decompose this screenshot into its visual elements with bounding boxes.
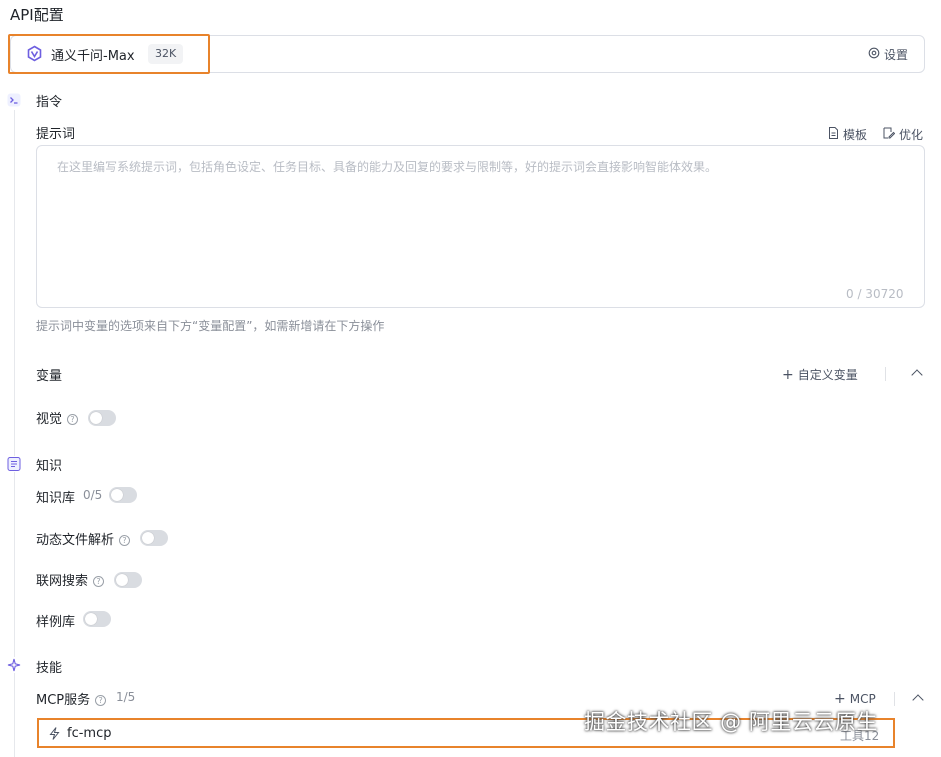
prompt-char-counter: 0 / 30720: [846, 287, 904, 301]
prompt-variable-hint: 提示词中变量的选项来自下方“变量配置”，如需新增请在下方操作: [36, 319, 385, 333]
help-icon[interactable]: ?: [93, 576, 105, 587]
divider: [885, 367, 886, 381]
model-settings-button[interactable]: 设置: [868, 46, 908, 63]
mcp-service-count: 1/5: [116, 690, 136, 704]
help-icon[interactable]: ?: [95, 695, 107, 706]
dynamic-file-label: 动态文件解析?: [36, 529, 131, 548]
settings-icon: [868, 47, 880, 62]
knowledge-base-count: 0/5: [83, 488, 103, 502]
vision-label: 视觉?: [36, 408, 79, 427]
prompt-label: 提示词: [36, 127, 76, 142]
model-name: 通义千问-Max: [51, 49, 135, 64]
add-mcp-button[interactable]: + MCP: [834, 692, 876, 706]
optimize-label: 优化: [899, 128, 924, 142]
add-custom-variable-button[interactable]: + 自定义变量: [782, 366, 858, 383]
knowledge-base-toggle[interactable]: [109, 487, 137, 503]
help-icon[interactable]: ?: [119, 535, 131, 546]
collapse-chevron-icon[interactable]: [912, 694, 924, 706]
mcp-service-label: MCP服务?: [36, 689, 107, 708]
web-search-toggle[interactable]: [114, 572, 142, 588]
settings-label: 设置: [884, 48, 909, 62]
add-variable-label: 自定义变量: [797, 368, 858, 382]
watermark: 掘金技术社区 @ 阿里云云原生: [584, 710, 878, 734]
plus-icon: +: [782, 366, 794, 383]
add-mcp-label: MCP: [849, 692, 876, 706]
mcp-service-name: fc-mcp: [67, 726, 112, 741]
knowledge-icon: [6, 456, 22, 472]
samples-label: 样例库: [36, 615, 76, 630]
samples-toggle[interactable]: [83, 611, 111, 627]
skills-sparkle-icon: [6, 657, 22, 673]
terminal-icon: [6, 92, 22, 108]
skills-section-title: 技能: [36, 661, 63, 676]
web-search-label: 联网搜索?: [36, 570, 105, 589]
plus-icon: +: [834, 691, 846, 707]
template-button[interactable]: 模板: [828, 126, 867, 143]
lightning-icon: [49, 727, 60, 744]
document-icon: [828, 127, 839, 142]
collapse-chevron-icon[interactable]: [911, 369, 923, 381]
help-icon[interactable]: ?: [67, 414, 79, 425]
qwen-logo-icon: [26, 45, 43, 62]
vision-toggle[interactable]: [88, 410, 116, 426]
variables-label: 变量: [36, 369, 63, 384]
context-badge: 32K: [148, 44, 184, 64]
prompt-placeholder: 在这里编写系统提示词，包括角色设定、任务目标、具备的能力及回复的要求与限制等，好…: [57, 160, 718, 174]
edit-sparkle-icon: [883, 127, 896, 142]
dynamic-file-toggle[interactable]: [140, 530, 168, 546]
knowledge-base-label: 知识库: [36, 491, 76, 506]
instruction-section-title: 指令: [36, 95, 63, 110]
optimize-button[interactable]: 优化: [883, 126, 923, 143]
template-label: 模板: [843, 128, 868, 142]
knowledge-section-title: 知识: [36, 459, 63, 474]
page-title: API配置: [10, 6, 64, 24]
divider: [894, 692, 895, 706]
